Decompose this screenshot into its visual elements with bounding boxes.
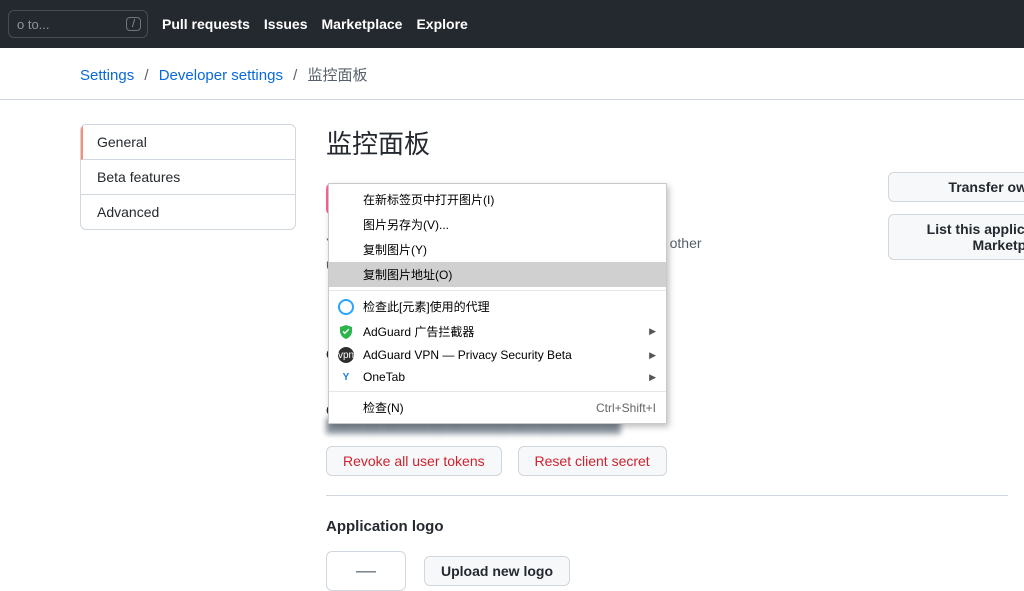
nav-marketplace[interactable]: Marketplace [322, 16, 403, 32]
ring-icon [338, 299, 354, 315]
nav-issues[interactable]: Issues [264, 16, 308, 32]
breadcrumb: Settings / Developer settings / 监控面板 [0, 48, 1024, 100]
revoke-tokens-button[interactable]: Revoke all user tokens [326, 446, 502, 476]
page-title: 监控面板 [326, 124, 1008, 161]
ctx-label: AdGuard 广告拦截器 [363, 323, 474, 340]
ctx-inspect[interactable]: 检查(N) Ctrl+Shift+I [329, 395, 666, 420]
transfer-ownership-button[interactable]: Transfer ownership [888, 172, 1024, 202]
app-desc-right: other [670, 235, 702, 251]
chevron-right-icon: ▶ [649, 372, 656, 383]
top-nav: o to... / Pull requests Issues Marketpla… [0, 0, 1024, 48]
ctx-copy-image-address[interactable]: 复制图片地址(O) [329, 262, 666, 287]
breadcrumb-separator: / [144, 67, 148, 84]
ctx-copy-image[interactable]: 复制图片(Y) [329, 237, 666, 262]
ctx-proxy-check[interactable]: 检查此[元素]使用的代理 [329, 294, 666, 319]
ctx-separator [329, 391, 666, 392]
search-placeholder: o to... [17, 17, 50, 32]
context-menu: 在新标签页中打开图片(I) 图片另存为(V)... 复制图片(Y) 复制图片地址… [328, 183, 667, 424]
nav-explore[interactable]: Explore [416, 16, 467, 32]
breadcrumb-current: 监控面板 [307, 67, 367, 84]
search-input[interactable]: o to... / [8, 10, 148, 38]
ctx-label: 检查(N) [363, 399, 404, 416]
shield-icon [338, 324, 354, 340]
chevron-right-icon: ▶ [649, 350, 656, 361]
ctx-adguard[interactable]: AdGuard 广告拦截器 ▶ [329, 319, 666, 344]
ctx-shortcut: Ctrl+Shift+I [596, 401, 656, 415]
ctx-label: AdGuard VPN — Privacy Security Beta [363, 348, 572, 362]
onetab-icon: Y [338, 369, 354, 385]
nav-pull-requests[interactable]: Pull requests [162, 16, 250, 32]
sidenav-item-general[interactable]: General [81, 125, 295, 160]
ctx-open-image-new-tab[interactable]: 在新标签页中打开图片(I) [329, 187, 666, 212]
breadcrumb-developer-settings[interactable]: Developer settings [159, 67, 283, 84]
vpn-icon: vpn [338, 347, 354, 363]
breadcrumb-separator: / [293, 67, 297, 84]
ctx-onetab[interactable]: Y OneTab ▶ [329, 366, 666, 388]
app-logo-heading: Application logo [326, 518, 1008, 535]
breadcrumb-settings[interactable]: Settings [80, 67, 134, 84]
sidenav-item-advanced[interactable]: Advanced [81, 195, 295, 229]
slash-key-icon: / [126, 17, 141, 31]
sidenav-item-beta-features[interactable]: Beta features [81, 160, 295, 195]
ctx-adguard-vpn[interactable]: vpn AdGuard VPN — Privacy Security Beta … [329, 344, 666, 366]
chevron-right-icon: ▶ [649, 326, 656, 337]
list-marketplace-button[interactable]: List this application in the Marketplace [888, 214, 1024, 260]
ctx-save-image-as[interactable]: 图片另存为(V)... [329, 212, 666, 237]
app-logo-thumb[interactable]: — [326, 551, 406, 591]
side-nav: General Beta features Advanced [80, 124, 296, 230]
reset-secret-button[interactable]: Reset client secret [518, 446, 667, 476]
upload-logo-button[interactable]: Upload new logo [424, 556, 570, 586]
ctx-separator [329, 290, 666, 291]
ctx-label: 检查此[元素]使用的代理 [363, 298, 490, 315]
ctx-label: OneTab [363, 370, 405, 384]
